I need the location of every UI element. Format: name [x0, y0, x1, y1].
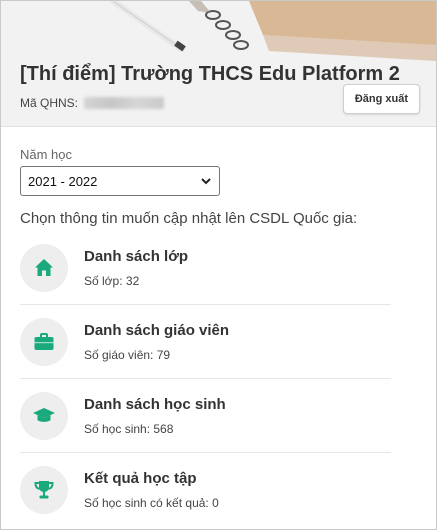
item-count: Số học sinh: 568: [84, 421, 174, 436]
icon-circle: [20, 391, 68, 440]
year-select-value: 2021 - 2022: [28, 173, 98, 189]
list-item-students[interactable]: Danh sách học sinh Số học sinh: 568: [20, 379, 391, 453]
item-title: Danh sách lớp: [84, 247, 189, 265]
qhns-value-redacted: [84, 97, 165, 109]
prompt-text: Chọn thông tin muốn cập nhật lên CSDL Qu…: [20, 210, 358, 227]
year-select[interactable]: 2021 - 2022: [20, 166, 220, 196]
graduation-cap-icon: [33, 407, 55, 422]
list-item-teachers[interactable]: Danh sách giáo viên Số giáo viên: 79: [20, 305, 391, 379]
item-title: Kết quả học tập: [84, 469, 197, 487]
school-title: [Thí điểm] Trường THCS Edu Platform 2: [20, 63, 400, 85]
icon-circle: [20, 465, 68, 514]
item-title: Danh sách giáo viên: [84, 321, 230, 339]
header: [Thí điểm] Trường THCS Edu Platform 2 Mã…: [1, 1, 436, 127]
chevron-down-icon: [201, 178, 211, 185]
trophy-icon: [34, 480, 54, 498]
icon-circle: [20, 317, 68, 366]
header-decoration: [110, 1, 436, 61]
icon-circle: [20, 243, 68, 292]
list-item-results[interactable]: Kết quả học tập Số học sinh có kết quả: …: [20, 453, 391, 526]
qhns-code: Mã QHNS:: [20, 96, 165, 110]
main-content: Năm học 2021 - 2022 Chọn thông tin muốn …: [1, 127, 436, 526]
app-frame: [Thí điểm] Trường THCS Edu Platform 2 Mã…: [0, 0, 437, 530]
item-text: Kết quả học tập Số học sinh có kết quả: …: [84, 470, 219, 510]
qhns-label: Mã QHNS:: [20, 96, 79, 110]
item-count: Số học sinh có kết quả: 0: [84, 495, 219, 510]
item-text: Danh sách học sinh Số học sinh: 568: [84, 396, 226, 436]
item-text: Danh sách lớp Số lớp: 32: [84, 248, 188, 288]
item-count: Số lớp: 32: [84, 273, 140, 288]
logout-button[interactable]: Đăng xuất: [342, 84, 420, 114]
home-icon: [35, 258, 53, 276]
year-label: Năm học: [20, 147, 73, 162]
list-item-classes[interactable]: Danh sách lớp Số lớp: 32: [20, 231, 391, 305]
item-count: Số giáo viên: 79: [84, 347, 171, 362]
data-category-list: Danh sách lớp Số lớp: 32 Danh sách giáo …: [20, 231, 391, 526]
briefcase-icon: [34, 332, 54, 350]
item-text: Danh sách giáo viên Số giáo viên: 79: [84, 322, 229, 362]
item-title: Danh sách học sinh: [84, 395, 226, 413]
